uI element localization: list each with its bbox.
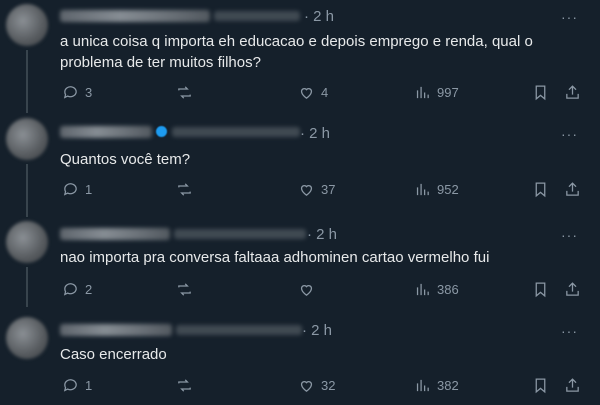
heart-icon [300,87,313,99]
share-icon [566,377,579,392]
avatar[interactable] [6,118,48,160]
like-button[interactable] [298,278,321,300]
more-icon[interactable]: ··· [561,9,578,25]
timestamp[interactable]: · 2 h [302,322,332,339]
views-count: 997 [437,84,459,100]
bookmark-button[interactable] [532,178,549,200]
bookmark-icon [535,377,546,393]
more-icon[interactable]: ··· [561,323,578,339]
avatar[interactable] [6,221,48,263]
share-button[interactable] [564,278,581,300]
reply-count: 1 [85,181,93,197]
heart-icon [300,284,313,296]
tweet-text: a unica coisa q importa eh educacao e de… [60,33,533,71]
bookmark-button[interactable] [532,81,549,103]
handle[interactable] [214,11,300,21]
views-button[interactable]: 382 [414,374,459,396]
like-button[interactable]: 37 [298,178,335,200]
retweet-button[interactable] [176,81,199,103]
verified-badge [156,126,167,137]
views-chart-icon [416,183,429,195]
share-button[interactable] [564,81,581,103]
timestamp[interactable]: · 2 h [304,8,334,25]
share-icon [566,84,579,99]
tweet[interactable]: · 2 h ··· nao importa pra conversa falta… [0,203,600,307]
views-button[interactable]: 386 [414,278,459,300]
display-name[interactable] [60,324,172,336]
views-count: 952 [437,181,459,197]
views-count: 382 [437,377,459,393]
action-bar: 2 386 [58,278,588,300]
timestamp[interactable]: · 2 h [307,226,337,243]
reply-icon [63,282,77,296]
reply-icon [63,182,77,196]
tweet[interactable]: · 2 h ··· a unica coisa q importa eh edu… [0,0,600,113]
display-name[interactable] [60,126,152,138]
share-icon [566,181,579,196]
retweet-button[interactable] [176,278,199,300]
display-name[interactable] [60,228,170,240]
share-icon [566,281,579,296]
bookmark-button[interactable] [532,374,549,396]
bookmark-icon [535,84,546,100]
reply-button[interactable]: 3 [62,81,92,103]
bookmark-button[interactable] [532,278,549,300]
retweet-button[interactable] [176,374,199,396]
retweet-icon [178,85,191,99]
retweet-icon [178,282,191,296]
action-bar: 3 4 997 [58,81,588,103]
heart-icon [300,184,313,196]
tweet-text: nao importa pra conversa faltaaa adhomin… [60,249,490,266]
more-icon[interactable]: ··· [561,126,578,142]
avatar[interactable] [6,317,48,359]
thread-line [26,50,28,113]
handle[interactable] [176,325,302,335]
bookmark-icon [535,181,546,197]
reply-count: 2 [85,281,93,297]
thread-line [26,164,28,203]
timestamp[interactable]: · 2 h [300,125,330,142]
like-count: 37 [321,181,336,197]
more-icon[interactable]: ··· [561,227,578,243]
tweet-text: Quantos você tem? [60,151,191,168]
like-count: 32 [321,377,336,393]
tweet-text: Caso encerrado [60,346,167,363]
reply-button[interactable]: 2 [62,278,92,300]
thread-line [26,267,28,307]
views-chart-icon [416,86,429,98]
retweet-icon [178,378,191,392]
reply-button[interactable]: 1 [62,374,92,396]
retweet-button[interactable] [176,178,199,200]
heart-icon [300,380,313,392]
like-button[interactable]: 4 [298,81,328,103]
reply-icon [63,85,77,99]
display-name[interactable] [60,10,210,22]
views-count: 386 [437,281,459,297]
reply-count: 3 [85,84,93,100]
views-chart-icon [416,283,429,295]
share-button[interactable] [564,178,581,200]
reply-count: 1 [85,377,93,393]
action-bar: 1 37 952 [58,178,588,200]
action-bar: 1 32 382 [58,374,588,396]
tweet[interactable]: · 2 h ··· Caso encerrado 1 32 382 [0,307,600,405]
tweet[interactable]: · 2 h ··· Quantos você tem? 1 37 952 [0,113,600,203]
views-chart-icon [416,379,429,391]
share-button[interactable] [564,374,581,396]
reply-icon [63,378,77,392]
views-button[interactable]: 952 [414,178,459,200]
handle[interactable] [172,127,300,137]
thread-line [26,203,28,217]
avatar[interactable] [6,4,48,46]
retweet-icon [178,182,191,196]
bookmark-icon [535,281,546,297]
views-button[interactable]: 997 [414,81,459,103]
handle[interactable] [174,229,306,239]
like-button[interactable]: 32 [298,374,335,396]
like-count: 4 [321,84,329,100]
reply-button[interactable]: 1 [62,178,92,200]
